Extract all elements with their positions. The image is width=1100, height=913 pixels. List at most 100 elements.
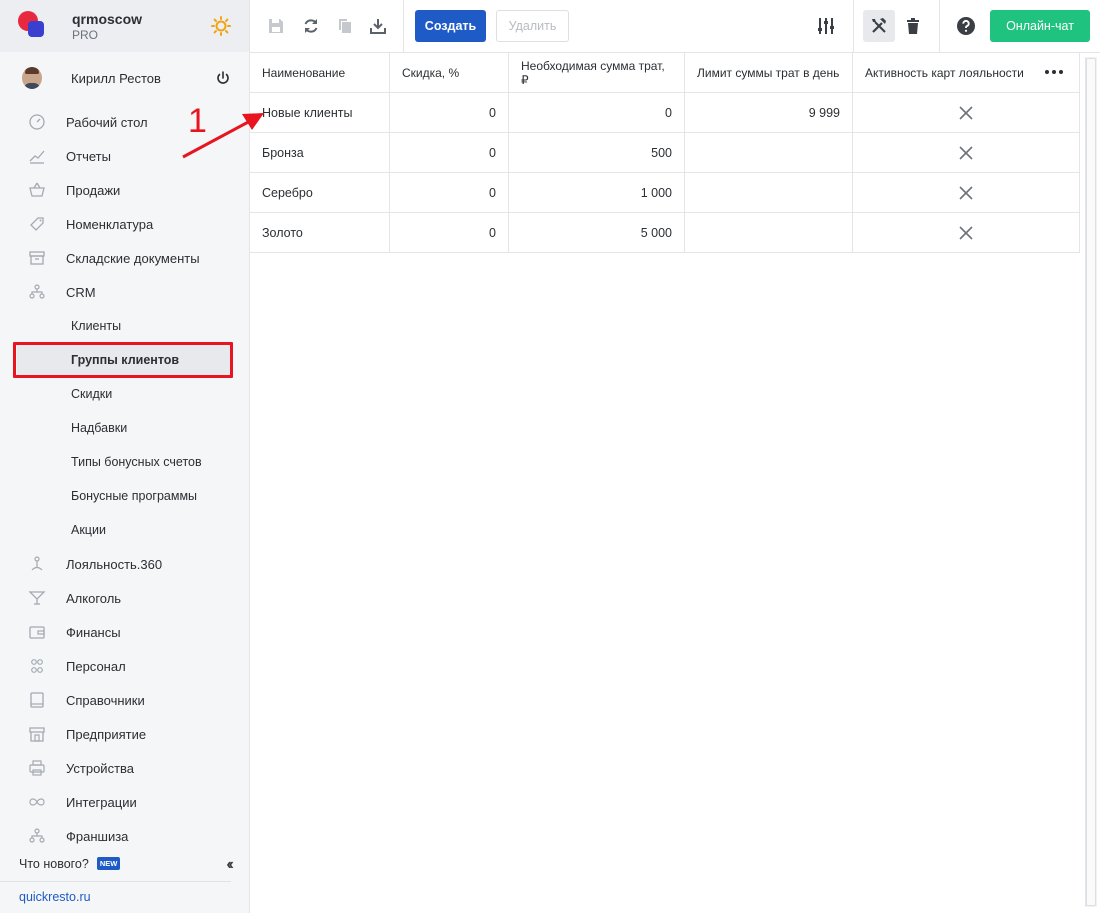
column-header[interactable]: Лимит суммы трат в день [685,53,853,92]
wallet-icon [28,623,46,641]
brand-header[interactable]: qrmoscow PRO [0,0,249,52]
nav-item-references[interactable]: Справочники [0,683,249,717]
nav-sub-clients[interactable]: Клиенты [0,309,249,343]
cell-name: Серебро [250,173,390,212]
cell-card-activity [853,133,1080,172]
cell-required-sum: 1 000 [509,173,685,212]
cell-daily-limit [685,213,853,252]
table-row[interactable]: Бронза 0 500 [250,133,1080,173]
save-icon[interactable] [265,15,287,37]
nav-label: Персонал [66,658,126,674]
nav-label: Предприятие [66,726,147,742]
nav-item-enterprise[interactable]: Предприятие [0,717,249,751]
nav-item-integrations[interactable]: Интеграции [0,785,249,819]
close-icon [959,145,973,160]
sun-icon[interactable] [211,16,231,36]
sliders-icon[interactable] [815,15,837,37]
column-header-label: Активность карт лояльности [865,65,1024,80]
nav-label: Лояльность.360 [66,556,163,572]
basket-icon [28,181,46,199]
site-link[interactable]: quickresto.ru [0,882,249,912]
column-header[interactable]: Необходимая сумма трат, ₽ [509,53,685,92]
nav-item-loyalty360[interactable]: Лояльность.360 [0,547,249,581]
nav-item-sales[interactable]: Продажи [0,173,249,207]
store-icon [28,725,46,743]
column-header[interactable]: Активность карт лояльности [853,53,1080,92]
column-header[interactable]: Наименование [250,53,390,92]
new-badge: NEW [96,857,121,870]
nav-sub-surcharges[interactable]: Надбавки [0,411,249,445]
whats-new-link[interactable]: Что нового? NEW [0,846,231,882]
whats-new-label: Что нового? [19,856,89,871]
loyalty-icon [28,555,46,573]
crm-icon [28,283,46,301]
table-row[interactable]: Новые клиенты 0 0 9 999 [250,93,1080,133]
cell-required-sum: 5 000 [509,213,685,252]
people-icon [28,657,46,675]
cell-name: Новые клиенты [250,93,390,132]
cell-required-sum: 0 [509,93,685,132]
nav-item-finance[interactable]: Финансы [0,615,249,649]
printer-icon [28,759,46,777]
table-header-row: Наименование Скидка, % Необходимая сумма… [250,53,1080,93]
nav-item-warehouse[interactable]: Складские документы [0,241,249,275]
table-row[interactable]: Серебро 0 1 000 [250,173,1080,213]
nav-label: Устройства [66,760,135,776]
cell-daily-limit [685,133,853,172]
scrollbar-thumb[interactable] [1086,58,1096,906]
nav-item-crm[interactable]: CRM [0,275,249,309]
create-button[interactable]: Создать [415,10,486,42]
collapse-sidebar-icon[interactable]: ‹‹ [226,856,233,874]
nav-sub-bonus-programs[interactable]: Бонусные программы [0,479,249,513]
chart-icon [28,147,46,165]
brand-logo [18,11,48,41]
nav-label: Рабочий стол [66,114,148,130]
nav-label: Интеграции [66,794,137,810]
nav-item-nomenclature[interactable]: Номенклатура [0,207,249,241]
nav-label: Финансы [66,624,121,640]
toolbar: Создать Удалить Онлайн-чат [250,0,1100,53]
infinity-icon [28,793,46,811]
brand-plan: PRO [72,27,99,42]
nav-sub-discounts[interactable]: Скидки [0,377,249,411]
close-icon [959,105,973,120]
cell-discount: 0 [390,133,509,172]
user-profile[interactable]: Кирилл Рестов [0,52,249,104]
copy-icon[interactable] [334,15,356,37]
dashboard-icon [28,113,46,131]
cell-discount: 0 [390,173,509,212]
sidebar-footer: Что нового? NEW ‹‹ quickresto.ru [0,846,249,912]
nav-label: Продажи [66,182,121,198]
nav-menu: Рабочий стол Отчеты Продажи Номенклатура… [0,105,249,853]
nav-item-devices[interactable]: Устройства [0,751,249,785]
tools-icon[interactable] [863,10,895,42]
nav-item-alcohol[interactable]: Алкоголь [0,581,249,615]
avatar [22,67,42,89]
download-icon[interactable] [367,15,389,37]
close-icon [959,225,973,240]
delete-button[interactable]: Удалить [496,10,569,42]
online-chat-button[interactable]: Онлайн-чат [990,10,1090,42]
help-icon[interactable] [955,15,977,37]
brand-name: qrmoscow [72,10,143,27]
nav-label: Отчеты [66,148,111,164]
tag-icon [28,215,46,233]
power-icon[interactable] [215,70,231,86]
column-header[interactable]: Скидка, % [390,53,509,92]
table-row[interactable]: Золото 0 5 000 [250,213,1080,253]
client-groups-table: Наименование Скидка, % Необходимая сумма… [250,53,1080,253]
toolbar-divider [403,0,404,52]
nav-label: Франшиза [66,828,129,844]
book-icon [28,691,46,709]
nav-sub-promotions[interactable]: Акции [0,513,249,547]
archive-icon [28,249,46,267]
nav-item-staff[interactable]: Персонал [0,649,249,683]
cell-card-activity [853,213,1080,252]
nav-sub-bonus-account-types[interactable]: Типы бонусных счетов [0,445,249,479]
nav-label: Складские документы [66,250,200,266]
refresh-icon[interactable] [300,15,322,37]
cocktail-icon [28,589,46,607]
more-icon[interactable] [1045,70,1063,74]
trash-icon[interactable] [902,15,924,37]
nav-label: Номенклатура [66,216,154,232]
